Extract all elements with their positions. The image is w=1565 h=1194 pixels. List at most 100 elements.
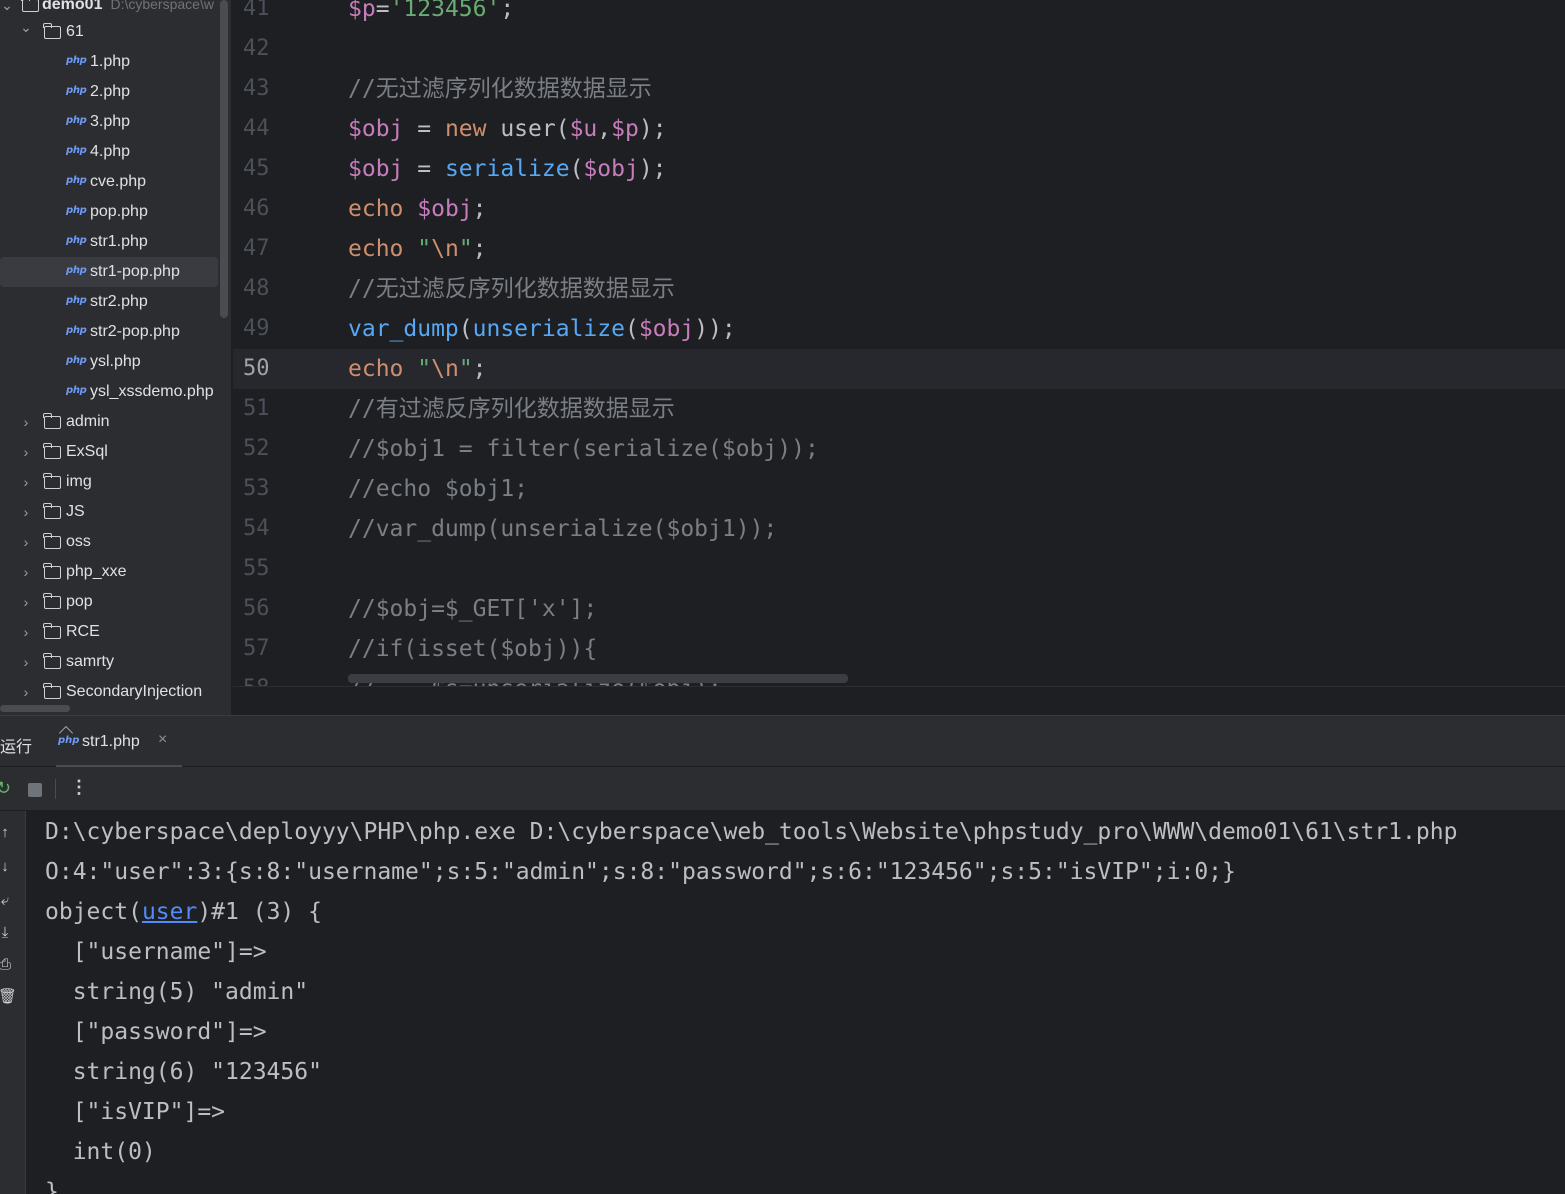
editor-horizontal-scrollbar[interactable] <box>348 674 848 683</box>
code-token: //echo $obj1; <box>348 476 529 502</box>
tree-folder-row[interactable]: › JS <box>0 497 218 527</box>
soft-wrap-icon[interactable]: ⤶ <box>0 893 12 909</box>
chevron-right-icon[interactable]: › <box>19 564 33 580</box>
rerun-icon[interactable]: ↻ <box>0 779 11 797</box>
run-tab-str1[interactable]: php str1.php × <box>56 716 182 768</box>
code-token: " <box>458 236 473 262</box>
tree-file-row[interactable]: php 1.php <box>0 47 218 77</box>
trash-icon[interactable]: 🗑 <box>0 989 17 1005</box>
tree-file-row[interactable]: php ysl_xssdemo.php <box>0 377 218 407</box>
code-token: echo <box>348 356 404 382</box>
chevron-right-icon[interactable]: › <box>19 474 33 490</box>
code-line[interactable]: //var_dump(unserialize($obj1)); <box>348 509 777 549</box>
line-number: 46 <box>243 196 270 221</box>
code-line[interactable]: //if(isset($obj)){ <box>348 629 597 669</box>
tree-file-row[interactable]: php str1.php <box>0 227 218 257</box>
folder-icon <box>43 22 61 39</box>
code-line[interactable]: $obj = new user($u,$p); <box>348 109 667 149</box>
code-token: $obj <box>348 116 404 142</box>
tree-folder-row[interactable]: › ExSql <box>0 437 218 467</box>
tree-file-row[interactable]: php cve.php <box>0 167 218 197</box>
folder-icon <box>43 502 61 519</box>
tree-folder-row[interactable]: › SecondaryInjection <box>0 677 218 707</box>
code-line[interactable]: //echo $obj1; <box>348 469 528 509</box>
chevron-right-icon[interactable]: › <box>19 624 33 640</box>
code-line[interactable]: //$obj=$_GET['x']; <box>348 589 597 629</box>
code-line[interactable]: var_dump(unserialize($obj)); <box>348 309 736 349</box>
tree-folder-row[interactable]: › admin <box>0 407 218 437</box>
tree-folder-row[interactable]: › php_xxe <box>0 557 218 587</box>
tree-folder-row[interactable]: › samrty <box>0 647 218 677</box>
arrow-up-icon[interactable]: ↑ <box>0 825 12 841</box>
chevron-down-icon[interactable]: ⌄ <box>0 0 14 14</box>
arrow-down-icon[interactable]: ↓ <box>0 859 12 875</box>
tree-folder-label: pop <box>66 593 93 610</box>
code-line[interactable]: echo "\n"; <box>348 349 487 389</box>
tree-folder-label: php_xxe <box>66 563 127 580</box>
code-token: var_dump <box>348 316 459 342</box>
line-number: 44 <box>243 116 270 141</box>
chevron-right-icon[interactable]: › <box>19 414 33 430</box>
tree-folder-row[interactable]: › pop <box>0 587 218 617</box>
code-token: ( <box>624 316 639 342</box>
code-editor[interactable]: 41 $p='123456'; 42 43//无过滤序列化数据数据显示 44 $obj =… <box>233 0 1565 686</box>
tree-scrollbar[interactable] <box>220 0 228 318</box>
tree-file-row[interactable]: php str2-pop.php <box>0 317 218 347</box>
console-line: ["username"]=> <box>45 932 267 972</box>
class-link[interactable]: user <box>142 899 197 925</box>
tree-file-row[interactable]: php ysl.php <box>0 347 218 377</box>
print-icon[interactable]: ⎙ <box>0 957 12 973</box>
tree-file-row[interactable]: php str1-pop.php <box>0 257 218 287</box>
php-file-icon: php <box>66 325 87 336</box>
tree-folder-row[interactable]: › oss <box>0 527 218 557</box>
code-token: $obj <box>583 156 639 182</box>
console-token: O:4:"user":3:{s:8:"username";s:5:"admin"… <box>45 859 1236 885</box>
code-line[interactable]: //有过滤反序列化数据数据显示 <box>348 389 675 429</box>
code-token: ; <box>472 236 487 262</box>
tree-folder-61[interactable]: ⌄ 61 <box>0 17 218 47</box>
chevron-right-icon[interactable]: › <box>19 594 33 610</box>
tree-folder-row[interactable]: › RCE <box>0 617 218 647</box>
console-output[interactable]: D:\cyberspace\deployyy\PHP\php.exe D:\cy… <box>27 811 1565 1194</box>
tree-file-row[interactable]: php 2.php <box>0 77 218 107</box>
folder-icon <box>43 682 61 699</box>
tree-file-row[interactable]: php str2.php <box>0 287 218 317</box>
folder-icon <box>21 0 39 12</box>
line-number: 49 <box>243 316 270 341</box>
tree-file-label: ysl_xssdemo.php <box>90 383 214 400</box>
chevron-right-icon[interactable]: › <box>19 654 33 670</box>
tree-folder-row[interactable]: › img <box>0 467 218 497</box>
chevron-down-icon[interactable]: ⌄ <box>19 19 33 36</box>
php-run-config-icon: php <box>58 735 80 746</box>
code-line[interactable]: //无过滤反序列化数据数据显示 <box>348 269 675 309</box>
console-line: string(6) "123456" <box>45 1052 322 1092</box>
code-token: " <box>417 356 432 382</box>
tree-file-row[interactable]: php 3.php <box>0 107 218 137</box>
stop-icon[interactable] <box>28 783 42 797</box>
code-token: = <box>375 0 390 22</box>
chevron-right-icon[interactable]: › <box>19 534 33 550</box>
more-options-icon[interactable]: ⋮ <box>70 777 88 798</box>
tree-folder-label: admin <box>66 413 110 430</box>
code-line[interactable]: $obj = serialize($obj); <box>348 149 667 189</box>
folder-icon <box>43 622 61 639</box>
code-line[interactable]: //无过滤序列化数据数据显示 <box>348 69 652 109</box>
code-line[interactable]: //$obj1 = filter(serialize($obj)); <box>348 429 819 469</box>
close-icon[interactable]: × <box>158 731 167 749</box>
code-token: $obj <box>348 156 404 182</box>
code-line[interactable]: $p='123456'; <box>348 0 514 29</box>
tree-file-row[interactable]: php pop.php <box>0 197 218 227</box>
console-line: int(0) <box>45 1132 156 1172</box>
code-line[interactable]: echo "\n"; <box>348 229 487 269</box>
chevron-right-icon[interactable]: › <box>19 444 33 460</box>
code-line[interactable]: echo $obj; <box>348 189 487 229</box>
folder-icon <box>43 442 61 459</box>
chevron-right-icon[interactable]: › <box>19 684 33 700</box>
tree-horizontal-scrollbar[interactable] <box>0 705 70 712</box>
code-token: ( <box>569 156 584 182</box>
tree-file-row[interactable]: php 4.php <box>0 137 218 167</box>
line-number: 51 <box>243 396 270 421</box>
scroll-to-end-icon[interactable]: ⤓ <box>0 925 12 941</box>
chevron-right-icon[interactable]: › <box>19 504 33 520</box>
